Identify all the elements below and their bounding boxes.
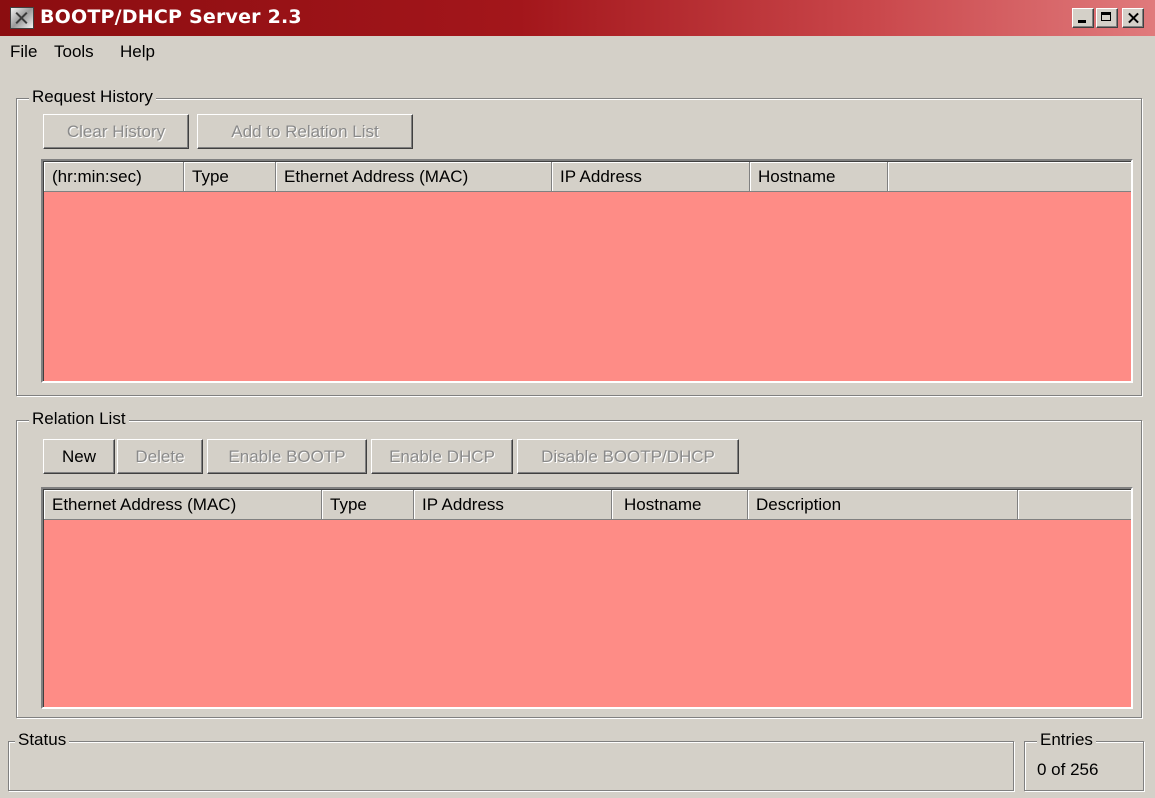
delete-button[interactable]: Delete xyxy=(117,439,203,474)
window-title: BOOTP/DHCP Server 2.3 xyxy=(40,6,302,28)
app-icon[interactable] xyxy=(10,7,34,29)
request-history-body[interactable] xyxy=(44,192,1131,381)
minimize-icon[interactable] xyxy=(1072,8,1094,28)
column-hostname[interactable]: Hostname xyxy=(612,490,748,520)
title-bar[interactable]: BOOTP/DHCP Server 2.3 xyxy=(0,0,1155,36)
relation-list-header: Ethernet Address (MAC) Type IP Address H… xyxy=(44,490,1131,520)
column-hostname[interactable]: Hostname xyxy=(750,162,888,192)
maximize-icon[interactable] xyxy=(1096,8,1118,28)
column-ip[interactable]: IP Address xyxy=(552,162,750,192)
entries-group: Entries 0 of 256 xyxy=(1024,730,1144,791)
column-time[interactable]: (hr:min:sec) xyxy=(44,162,184,192)
disable-bootp-dhcp-button[interactable]: Disable BOOTP/DHCP xyxy=(517,439,739,474)
status-label: Status xyxy=(15,730,70,750)
column-mac[interactable]: Ethernet Address (MAC) xyxy=(44,490,322,520)
column-filler xyxy=(888,162,1131,192)
request-history-label: Request History xyxy=(29,87,156,107)
enable-dhcp-button[interactable]: Enable DHCP xyxy=(371,439,513,474)
enable-bootp-button[interactable]: Enable BOOTP xyxy=(207,439,367,474)
new-button[interactable]: New xyxy=(43,439,115,474)
relation-list-body[interactable] xyxy=(44,520,1131,707)
request-history-header: (hr:min:sec) Type Ethernet Address (MAC)… xyxy=(44,162,1131,192)
entries-label: Entries xyxy=(1037,730,1096,750)
clear-history-button[interactable]: Clear History xyxy=(43,114,189,149)
close-icon[interactable] xyxy=(1122,8,1144,28)
add-to-relation-list-button[interactable]: Add to Relation List xyxy=(197,114,413,149)
relation-list[interactable]: Ethernet Address (MAC) Type IP Address H… xyxy=(41,487,1133,709)
column-type[interactable]: Type xyxy=(322,490,414,520)
status-group: Status xyxy=(8,730,1014,791)
relation-list-label: Relation List xyxy=(29,409,129,429)
column-description[interactable]: Description xyxy=(748,490,1018,520)
menu-file[interactable]: File xyxy=(10,42,37,62)
menu-tools[interactable]: Tools xyxy=(54,42,94,62)
entries-count: 0 of 256 xyxy=(1037,760,1099,779)
column-mac[interactable]: Ethernet Address (MAC) xyxy=(276,162,552,192)
column-ip[interactable]: IP Address xyxy=(414,490,612,520)
request-history-group: Request History Clear History Add to Rel… xyxy=(16,87,1142,396)
column-type[interactable]: Type xyxy=(184,162,276,192)
column-filler xyxy=(1018,490,1131,520)
request-history-list[interactable]: (hr:min:sec) Type Ethernet Address (MAC)… xyxy=(41,159,1133,383)
relation-list-group: Relation List New Delete Enable BOOTP En… xyxy=(16,409,1142,718)
menu-bar: File Tools Help xyxy=(0,38,1155,66)
menu-help[interactable]: Help xyxy=(120,42,155,62)
